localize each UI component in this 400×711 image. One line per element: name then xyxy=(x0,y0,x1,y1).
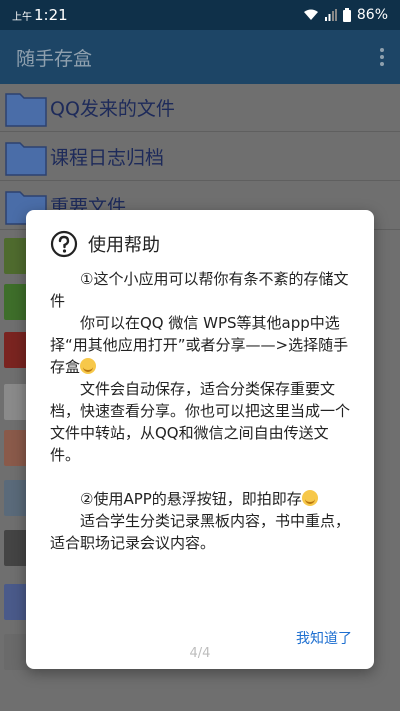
signal-icon xyxy=(324,9,337,21)
smile-emoji-icon xyxy=(301,490,318,506)
help-paragraph: ②使用APP的悬浮按钮，即拍即存 xyxy=(50,488,356,510)
battery-percent: 86% xyxy=(356,7,388,23)
help-paragraph: 适合学生分类记录黑板内容，书中重点，适合职场记录会议内容。 xyxy=(50,512,351,552)
help-icon xyxy=(50,230,78,258)
dialog-body: ①这个小应用可以帮你有条不紊的存储文件 你可以在QQ 微信 WPS等其他app中… xyxy=(50,268,356,554)
list-item-folder[interactable]: QQ发来的文件 xyxy=(0,84,400,132)
wifi-icon xyxy=(303,9,318,20)
status-bar: 上午 1:21 86% xyxy=(0,0,400,30)
app-bar: 随手存盒 xyxy=(0,30,400,84)
overflow-menu-icon[interactable] xyxy=(380,48,384,66)
help-paragraph: 文件会自动保存，适合分类保存重要文档，快速查看分享。你也可以把这里当成一个文件中… xyxy=(50,380,351,464)
help-paragraph: ①这个小应用可以帮你有条不紊的存储文件 xyxy=(50,270,349,310)
help-paragraph-text: ②使用APP的悬浮按钮，即拍即存 xyxy=(80,490,302,508)
app-title: 随手存盒 xyxy=(16,47,93,70)
list-item-label: 课程日志归档 xyxy=(50,147,165,169)
list-item-label: QQ发来的文件 xyxy=(50,98,175,120)
got-it-button[interactable]: 我知道了 xyxy=(296,628,352,648)
battery-icon xyxy=(342,8,351,22)
folder-icon xyxy=(5,142,47,176)
page-indicator: 4/4 xyxy=(189,646,211,661)
am-pm-label: 上午 xyxy=(12,12,32,23)
dialog-title: 使用帮助 xyxy=(88,235,160,256)
list-item-folder[interactable]: 课程日志归档 xyxy=(0,133,400,181)
smile-emoji-icon xyxy=(80,358,97,374)
time-label: 1:21 xyxy=(34,6,68,24)
help-paragraph: 你可以在QQ 微信 WPS等其他app中选择“用其他应用打开”或者分享——>选择… xyxy=(50,312,356,378)
help-dialog: 使用帮助 ①这个小应用可以帮你有条不紊的存储文件 你可以在QQ 微信 WPS等其… xyxy=(26,210,374,669)
folder-icon xyxy=(5,93,47,127)
clock: 上午 1:21 xyxy=(12,6,68,24)
